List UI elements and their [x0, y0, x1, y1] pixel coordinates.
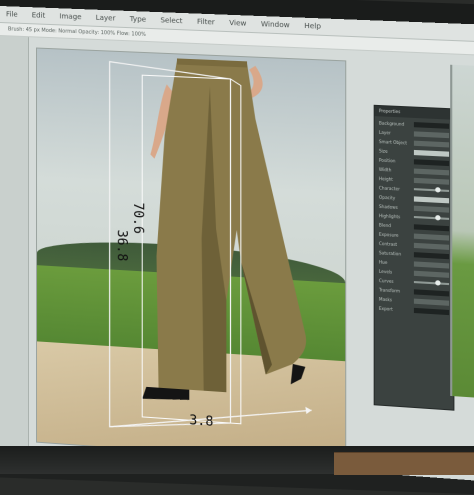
height-dimension-label: 70.6 [130, 202, 145, 234]
panel-row-label: Contrast [379, 240, 411, 247]
panel-row[interactable]: Hue [379, 258, 449, 268]
panel-row[interactable]: Masks [379, 295, 449, 305]
panel-row[interactable]: Levels [379, 268, 449, 278]
panel-field[interactable] [414, 159, 449, 166]
side-dimension-label: 36.8 [114, 229, 129, 261]
panel-slider[interactable] [414, 216, 449, 220]
menu-window[interactable]: Window [261, 20, 290, 29]
panel-row-label: Curves [379, 277, 411, 284]
panel-field[interactable] [414, 233, 449, 240]
panel-row[interactable]: Curves [379, 277, 449, 287]
panel-field[interactable] [414, 205, 449, 212]
panel-row-label: Height [379, 176, 411, 183]
panel-field[interactable] [414, 149, 449, 156]
right-shoe [291, 364, 306, 385]
panel-row-label: Blend [379, 222, 411, 229]
panel-row-label: Shadows [379, 203, 411, 210]
panel-field[interactable] [414, 131, 449, 138]
panel-row[interactable]: Background [379, 119, 449, 128]
panel-title: Properties [375, 106, 454, 120]
secondary-preview [450, 65, 474, 399]
panel-row-label: Highlights [379, 213, 411, 220]
monitor-screen: File Edit Image Layer Type Select Filter View Wi… [0, 6, 474, 482]
panel-row[interactable]: Opacity [379, 194, 449, 204]
panel-field[interactable] [414, 140, 449, 147]
panel-row-label: Masks [379, 296, 411, 303]
panel-row-label: Character [379, 185, 411, 192]
image-canvas[interactable]: 70.6 36.8 3.8 [36, 47, 346, 465]
panel-slider[interactable] [414, 281, 449, 285]
panel-field[interactable] [414, 168, 449, 175]
panel-row[interactable]: Character [379, 184, 449, 194]
menu-help[interactable]: Help [304, 22, 321, 31]
slider-knob[interactable] [435, 215, 440, 220]
wide-leg-trousers [157, 60, 307, 398]
panel-field[interactable] [414, 298, 449, 305]
menu-select[interactable]: Select [160, 16, 182, 25]
panel-row-label: Saturation [379, 250, 411, 257]
panel-row[interactable]: Transform [379, 286, 449, 296]
panel-row-label: Background [379, 120, 411, 127]
slider-knob[interactable] [435, 187, 440, 192]
panel-row-label: Size [379, 148, 411, 155]
panel-field[interactable] [414, 122, 449, 129]
panel-row-label: Levels [379, 268, 411, 275]
desk-surface [334, 452, 474, 475]
panel-field[interactable] [414, 307, 449, 314]
panel-field[interactable] [414, 242, 449, 249]
width-dimension-label: 3.8 [189, 413, 213, 430]
panel-row[interactable]: Width [379, 166, 449, 176]
menu-edit[interactable]: Edit [32, 11, 46, 20]
panel-field[interactable] [414, 270, 449, 277]
panel-field[interactable] [414, 177, 449, 184]
panel-row[interactable]: Shadows [379, 203, 449, 213]
panel-row[interactable]: Export [379, 305, 449, 315]
panel-row-label: Position [379, 157, 411, 164]
panel-field[interactable] [414, 224, 449, 231]
panel-row[interactable]: Saturation [379, 249, 449, 259]
menu-image[interactable]: Image [59, 12, 81, 21]
slider-knob[interactable] [435, 280, 440, 285]
tools-panel[interactable] [0, 36, 29, 448]
menu-file[interactable]: File [6, 10, 18, 18]
panel-field[interactable] [414, 252, 449, 259]
panel-row[interactable]: Highlights [379, 212, 449, 222]
panel-field[interactable] [414, 196, 449, 203]
panel-row-label: Smart Object [379, 138, 411, 145]
menu-view[interactable]: View [229, 19, 246, 28]
panel-row[interactable]: Blend [379, 221, 449, 231]
panel-row[interactable]: Height [379, 175, 449, 185]
panel-row-label: Opacity [379, 194, 411, 201]
panel-row[interactable]: Layer [379, 129, 449, 138]
model-figure: 70.6 36.8 3.8 [37, 49, 345, 464]
panel-row[interactable]: Exposure [379, 231, 449, 241]
menu-layer[interactable]: Layer [96, 14, 116, 23]
panel-rows: Background Layer Smart Object Size Position W… [375, 119, 454, 315]
panel-field[interactable] [414, 261, 449, 268]
panel-row-label: Width [379, 166, 411, 173]
panel-field[interactable] [414, 289, 449, 296]
panel-row-label: Exposure [379, 231, 411, 238]
properties-panel[interactable]: Properties Background Layer Smart Object Si… [374, 105, 455, 411]
width-arrowhead [305, 407, 311, 415]
panel-row[interactable]: Size [379, 147, 449, 157]
panel-row-label: Transform [379, 287, 411, 294]
menu-filter[interactable]: Filter [197, 18, 215, 27]
panel-row[interactable]: Position [379, 156, 449, 166]
panel-row[interactable]: Contrast [379, 240, 449, 250]
menu-type[interactable]: Type [130, 15, 146, 24]
panel-slider[interactable] [414, 188, 449, 192]
panel-row-label: Hue [379, 259, 411, 266]
panel-row-label: Layer [379, 129, 411, 136]
panel-row-label: Export [379, 305, 411, 312]
panel-row[interactable]: Smart Object [379, 138, 449, 148]
